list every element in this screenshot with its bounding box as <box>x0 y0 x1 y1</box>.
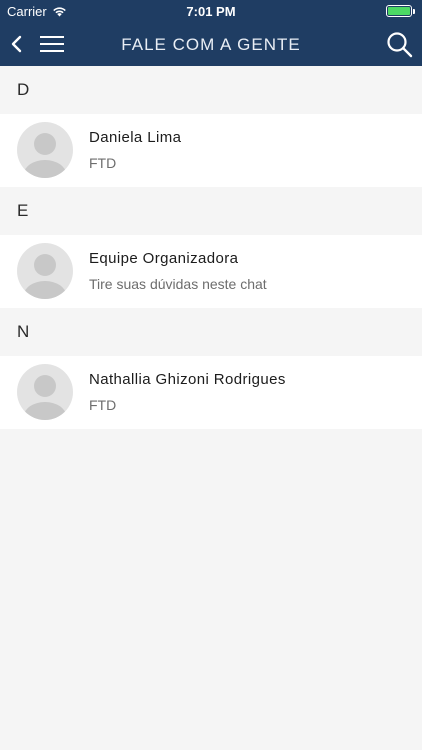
contact-row[interactable]: Nathallia Ghizoni Rodrigues FTD <box>0 356 422 429</box>
battery-level <box>388 7 410 15</box>
section-header-n: N <box>0 308 422 356</box>
contact-name: Equipe Organizadora <box>89 250 239 267</box>
contact-row[interactable]: Equipe Organizadora Tire suas dúvidas ne… <box>0 235 422 308</box>
contact-row[interactable]: Daniela Lima FTD <box>0 114 422 187</box>
user-placeholder-icon <box>24 133 66 178</box>
battery-icon <box>386 5 415 17</box>
avatar <box>17 122 73 178</box>
avatar <box>17 364 73 420</box>
contact-subtitle: FTD <box>89 155 117 171</box>
contact-name: Nathallia Ghizoni Rodrigues <box>89 371 286 388</box>
contact-name: Daniela Lima <box>89 129 182 146</box>
contact-subtitle: FTD <box>89 397 117 413</box>
avatar <box>17 243 73 299</box>
section-header-e: E <box>0 187 422 235</box>
nav-bar: FALE COM A GENTE <box>0 22 422 66</box>
status-bar: Carrier 7:01 PM <box>0 0 422 22</box>
user-placeholder-icon <box>24 375 66 420</box>
status-time: 7:01 PM <box>186 4 236 19</box>
page-title: FALE COM A GENTE <box>121 35 301 54</box>
user-placeholder-icon <box>24 254 66 299</box>
section-header-d: D <box>0 66 422 114</box>
contact-subtitle: Tire suas dúvidas neste chat <box>89 276 267 292</box>
search-icon[interactable] <box>386 31 413 58</box>
battery-nub <box>413 9 415 14</box>
